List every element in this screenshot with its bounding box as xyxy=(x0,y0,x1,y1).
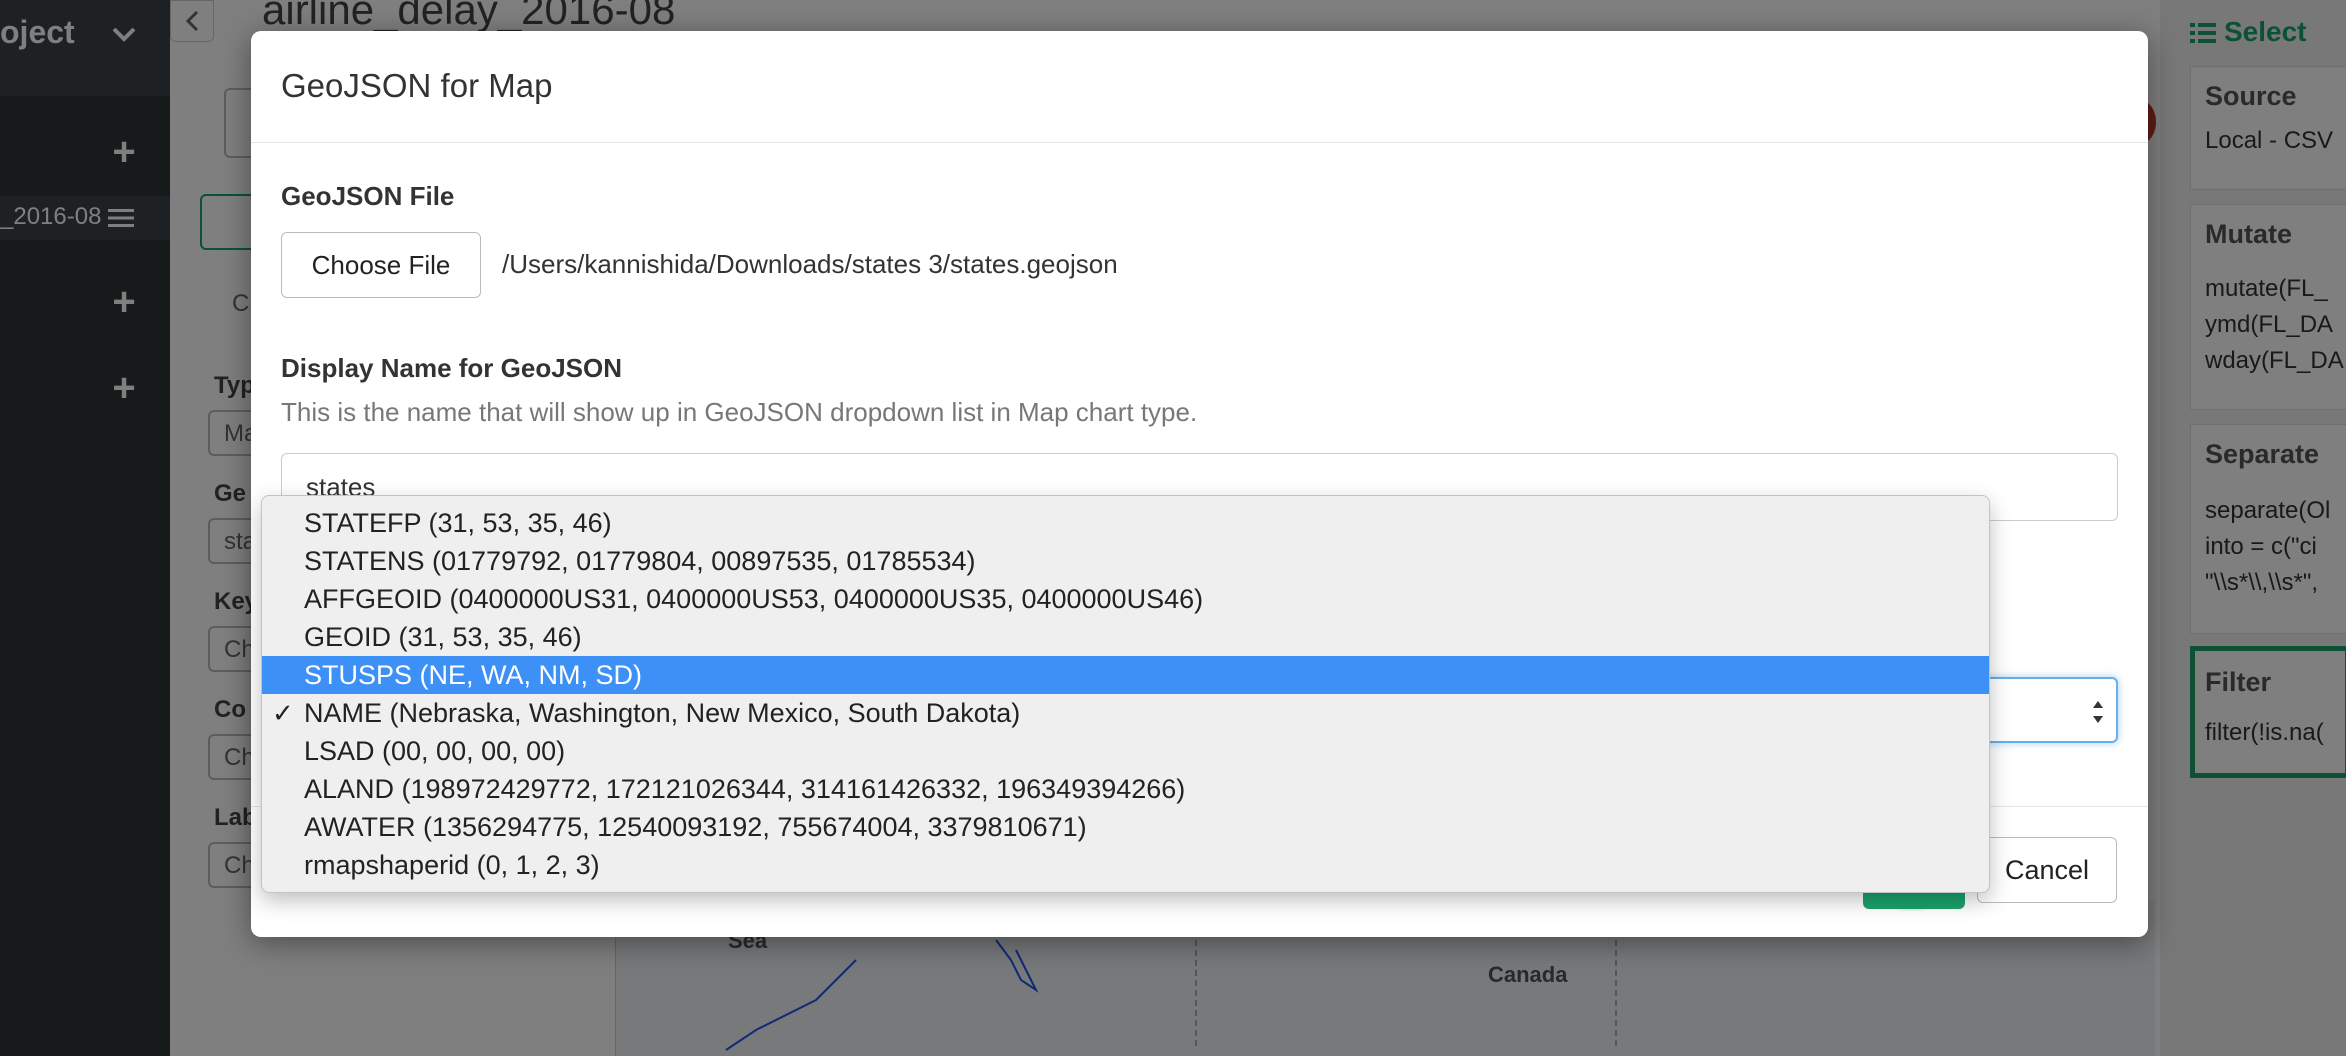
cancel-button[interactable]: Cancel xyxy=(1977,837,2117,903)
dropdown-option[interactable]: STATEFP (31, 53, 35, 46) xyxy=(262,504,1989,542)
dropdown-option-selected[interactable]: ✓ NAME (Nebraska, Washington, New Mexico,… xyxy=(262,694,1989,732)
dropdown-option-highlighted[interactable]: STUSPS (NE, WA, NM, SD) xyxy=(262,656,1989,694)
key-column-dropdown: STATEFP (31, 53, 35, 46) STATENS (017797… xyxy=(261,495,1990,893)
dropdown-option[interactable]: AWATER (1356294775, 12540093192, 7556740… xyxy=(262,808,1989,846)
dropdown-option[interactable]: GEOID (31, 53, 35, 46) xyxy=(262,618,1989,656)
checkmark-icon: ✓ xyxy=(272,698,294,728)
select-arrows-icon xyxy=(2093,701,2103,723)
dropdown-option[interactable]: rmapshaperid (0, 1, 2, 3) xyxy=(262,846,1989,884)
dropdown-option[interactable]: LSAD (00, 00, 00, 00) xyxy=(262,732,1989,770)
geojson-file-label: GeoJSON File xyxy=(281,181,455,211)
modal-header: GeoJSON for Map xyxy=(251,31,2148,143)
file-path-text: /Users/kannishida/Downloads/states 3/sta… xyxy=(502,249,1118,279)
choose-file-button[interactable]: Choose File xyxy=(281,232,481,298)
dropdown-option[interactable]: ALAND (198972429772, 172121026344, 31416… xyxy=(262,770,1989,808)
dropdown-option[interactable]: AFFGEOID (0400000US31, 0400000US53, 0400… xyxy=(262,580,1989,618)
display-name-help: This is the name that will show up in Ge… xyxy=(281,397,1198,427)
display-name-label: Display Name for GeoJSON xyxy=(281,353,622,383)
modal-title: GeoJSON for Map xyxy=(281,67,553,104)
dropdown-option[interactable]: STATENS (01779792, 01779804, 00897535, 0… xyxy=(262,542,1989,580)
